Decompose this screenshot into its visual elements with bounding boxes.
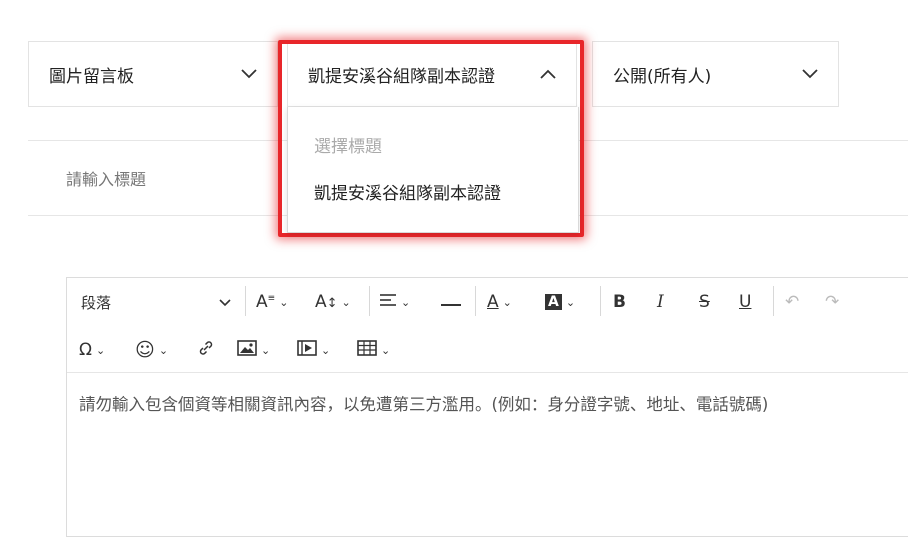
background-color-icon: A [545, 294, 562, 310]
chevron-down-icon: ⌄ [401, 295, 411, 309]
chevron-down-icon: ⌄ [279, 295, 289, 309]
toolbar-divider [369, 286, 370, 316]
board-select[interactable]: 圖片留言板 [28, 41, 278, 107]
chevron-down-icon [239, 64, 259, 84]
link-button[interactable] [197, 336, 215, 364]
special-char-button[interactable]: Ω ⌄ [79, 336, 105, 364]
text-color-button[interactable]: A ⌄ [487, 288, 512, 316]
align-left-icon [379, 292, 397, 312]
chevron-down-icon: ⌄ [158, 343, 169, 357]
font-size-icon: A↕ [315, 292, 338, 312]
chevron-down-icon [800, 64, 820, 84]
editor-placeholder: 請勿輸入包含個資等相關資訊內容，以免遭第三方濫用。(例如：身分證字號、地址、電話… [79, 395, 769, 414]
font-family-button[interactable]: A≡ ⌄ [256, 288, 288, 316]
strikethrough-icon: S [699, 292, 710, 312]
redo-icon: ↷ [825, 292, 840, 312]
image-button[interactable]: ⌄ [237, 336, 270, 364]
image-icon [237, 339, 257, 361]
italic-button[interactable]: I [657, 288, 664, 316]
chevron-down-icon: ⌄ [261, 343, 271, 357]
font-size-button[interactable]: A↕ ⌄ [315, 288, 351, 316]
undo-button[interactable]: ↶ [785, 288, 799, 316]
emoji-button[interactable]: ☺ ⌄ [135, 336, 168, 364]
link-icon [197, 339, 215, 362]
chevron-down-icon: ⌄ [381, 343, 391, 357]
visibility-select-value: 公開(所有人) [613, 66, 712, 87]
paragraph-style-label: 段落 [81, 293, 112, 312]
paragraph-style-dropdown[interactable]: 段落 [81, 288, 231, 316]
toolbar-divider [245, 286, 246, 316]
toolbar-divider [600, 286, 601, 316]
table-button[interactable]: ⌄ [357, 336, 390, 364]
chevron-down-icon [219, 293, 231, 311]
underline-icon: U [739, 292, 752, 312]
bold-icon: B [613, 292, 626, 312]
chevron-down-icon: ⌄ [502, 295, 512, 309]
horizontal-line-icon [441, 292, 461, 312]
undo-icon: ↶ [785, 292, 800, 312]
smiley-icon: ☺ [135, 339, 155, 361]
strikethrough-button[interactable]: S [699, 288, 710, 316]
editor-content-area[interactable]: 請勿輸入包含個資等相關資訊內容，以免遭第三方濫用。(例如：身分證字號、地址、電話… [79, 391, 768, 415]
bold-button[interactable]: B [613, 288, 626, 316]
background-color-button[interactable]: A ⌄ [545, 288, 575, 316]
chevron-down-icon: ⌄ [565, 295, 576, 309]
title-category-value: 凱提安溪谷組隊副本認證 [308, 66, 495, 87]
rich-text-editor: 段落 A≡ ⌄ A↕ ⌄ ⌄ A ⌄ A ⌄ B I S U ↶ ↷ Ω ⌄ ☺… [66, 277, 908, 537]
redo-button[interactable]: ↷ [825, 288, 839, 316]
editor-toolbar: 段落 A≡ ⌄ A↕ ⌄ ⌄ A ⌄ A ⌄ B I S U ↶ ↷ Ω ⌄ ☺… [67, 278, 908, 373]
italic-icon: I [657, 292, 664, 312]
font-family-icon: A≡ [256, 292, 276, 312]
dropdown-placeholder-option: 選擇標題 [314, 137, 382, 157]
title-category-dropdown: 選擇標題 凱提安溪谷組隊副本認證 [287, 107, 579, 233]
chevron-down-icon: ⌄ [341, 295, 351, 309]
video-button[interactable]: ⌄ [297, 336, 330, 364]
underline-button[interactable]: U [739, 288, 751, 316]
chevron-up-icon [538, 64, 558, 84]
board-select-value: 圖片留言板 [49, 66, 134, 87]
toolbar-divider [475, 286, 476, 316]
visibility-select[interactable]: 公開(所有人) [592, 41, 839, 107]
dropdown-option[interactable]: 凱提安溪谷組隊副本認證 [314, 179, 501, 204]
omega-icon: Ω [79, 340, 92, 360]
horizontal-line-button[interactable] [441, 288, 461, 316]
toolbar-divider [773, 286, 774, 316]
chevron-down-icon: ⌄ [321, 343, 331, 357]
text-color-icon: A [487, 292, 499, 312]
chevron-down-icon: ⌄ [96, 343, 106, 357]
title-category-select[interactable]: 凱提安溪谷組隊副本認證 [287, 41, 577, 107]
table-icon [357, 339, 377, 361]
video-icon [297, 339, 317, 361]
align-button[interactable]: ⌄ [379, 288, 410, 316]
